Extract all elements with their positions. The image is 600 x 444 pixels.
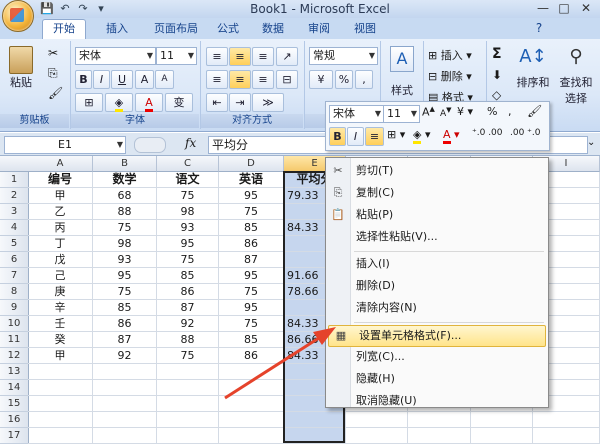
- office-logo-icon: [10, 8, 24, 22]
- annotation-arrow: [224, 327, 336, 400]
- arrow-head: [313, 327, 336, 345]
- office-button[interactable]: [2, 0, 34, 32]
- arrow-shaft: [224, 334, 323, 400]
